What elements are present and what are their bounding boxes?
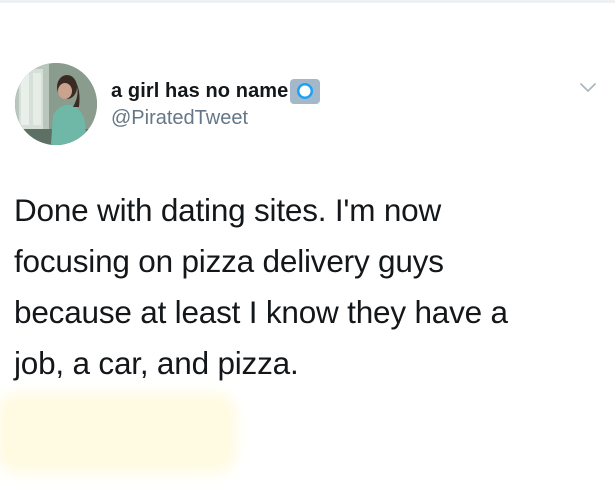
top-divider — [0, 0, 615, 3]
user-handle[interactable]: @PiratedTweet — [111, 107, 320, 130]
tweet-header: a girl has no name @PiratedTweet — [111, 77, 321, 130]
display-name[interactable]: a girl has no name — [111, 80, 288, 103]
tweet-card: a girl has no name @PiratedTweet Done wi… — [0, 0, 615, 503]
tweet-text-line: because at least I know they have a — [14, 294, 508, 330]
verified-badge-icon — [290, 78, 321, 104]
chevron-down-icon[interactable] — [579, 81, 597, 95]
tweet-text-line: job, a car, and pizza. — [14, 345, 299, 381]
profile-photo-icon — [15, 63, 97, 145]
tweet-text-line: Done with dating sites. I'm now — [14, 192, 442, 228]
display-name-row: a girl has no name — [111, 77, 321, 105]
tweet-text-line: focusing on pizza delivery guys — [14, 243, 444, 279]
redacted-timestamp-area — [4, 400, 229, 466]
avatar[interactable] — [15, 63, 97, 145]
tweet-text: Done with dating sites. I'm now focusing… — [14, 185, 604, 389]
